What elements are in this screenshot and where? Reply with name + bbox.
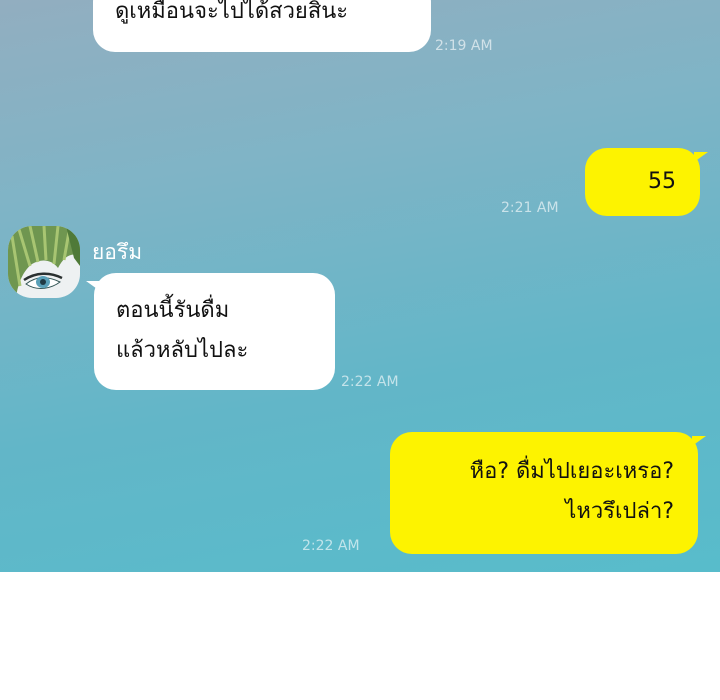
incoming-message-bubble[interactable]: ตอนนี้รันดื่ม แล้วหลับไปละ	[86, 273, 335, 390]
message-timestamp: 2:19 AM	[435, 38, 493, 54]
chat-area: ดูเหมือนจะไปได้สวยสินะ 2:19 AM 55 2:21 A…	[0, 0, 720, 572]
incoming-message-bubble[interactable]: ดูเหมือนจะไปได้สวยสินะ	[93, 0, 431, 52]
message-text: 55	[648, 169, 676, 194]
message-text: ดูเหมือนจะไปได้สวยสินะ	[115, 0, 349, 24]
message-text: หือ? ดื่มไปเยอะเหรอ?	[469, 459, 674, 484]
sender-name: ยอรึม	[92, 240, 143, 264]
sender-avatar[interactable]	[8, 226, 80, 298]
message-text: ตอนนี้รันดื่ม	[116, 298, 230, 323]
blank-area	[0, 572, 720, 700]
message-timestamp: 2:22 AM	[341, 374, 399, 390]
message-timestamp: 2:21 AM	[501, 200, 559, 216]
character-avatar-icon	[8, 226, 80, 298]
outgoing-message-bubble[interactable]: หือ? ดื่มไปเยอะเหรอ? ไหวรึเปล่า?	[390, 432, 706, 554]
message-text: ไหวรึเปล่า?	[565, 499, 674, 524]
message-text: แล้วหลับไปละ	[116, 338, 249, 363]
outgoing-message-bubble[interactable]: 55	[585, 148, 708, 216]
message-timestamp: 2:22 AM	[302, 538, 360, 554]
